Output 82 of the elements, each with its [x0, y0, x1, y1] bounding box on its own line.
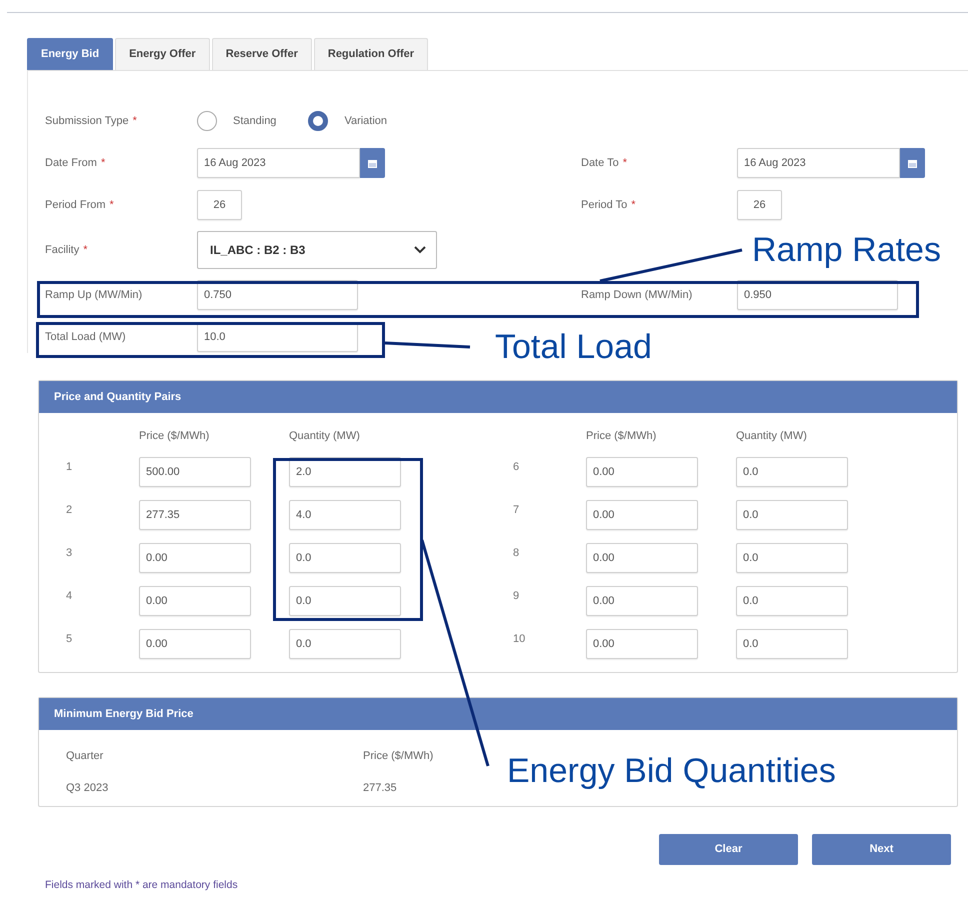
required-mark: * — [622, 156, 627, 171]
field-label: Total Load (MW) — [45, 330, 126, 345]
facility-select[interactable]: IL_ABC : B2 : B3 — [197, 231, 437, 269]
tab[interactable]: Regulation Offer — [314, 38, 428, 70]
panel-header: Price and Quantity Pairs — [39, 381, 957, 413]
quantity-field[interactable]: 0.0 — [289, 543, 401, 573]
required-mark: * — [631, 198, 636, 213]
radio-button[interactable] — [308, 111, 328, 131]
field-label: Date From — [45, 156, 97, 171]
tab[interactable]: Energy Offer — [115, 38, 210, 70]
quantity-field[interactable]: 0.0 — [736, 457, 848, 487]
price-field[interactable]: 277.35 — [139, 500, 251, 530]
table-cell-text: Q3 2023 — [66, 780, 108, 796]
action-button[interactable]: Clear — [659, 834, 798, 865]
quantity-field[interactable]: 0.0 — [736, 586, 848, 616]
calendar-button[interactable] — [900, 148, 925, 178]
price-field[interactable]: 0.00 — [586, 586, 698, 616]
field-label: Ramp Down (MW/Min) — [581, 288, 692, 303]
tab[interactable]: Energy Bid — [27, 38, 114, 70]
period-field[interactable]: 26 — [737, 190, 782, 220]
field-label: Date To — [581, 156, 619, 171]
panel-header: Minimum Energy Bid Price — [39, 698, 957, 730]
quantity-field[interactable]: 0.0 — [289, 629, 401, 659]
row-number: 3 — [66, 546, 74, 561]
price-field[interactable]: 500.00 — [139, 457, 251, 487]
column-header: Quantity (MW) — [289, 429, 361, 444]
radio-button[interactable] — [197, 111, 217, 131]
row-number: 8 — [513, 546, 520, 561]
column-header: Price ($/MWh) — [586, 429, 658, 444]
quantity-field[interactable]: 4.0 — [289, 500, 401, 530]
required-mark: * — [83, 242, 88, 258]
quantity-field[interactable]: 0.0 — [736, 543, 848, 573]
radio-label: Variation — [344, 114, 388, 129]
action-button[interactable]: Next — [812, 834, 951, 865]
price-field[interactable]: 0.00 — [586, 457, 698, 487]
table-cell-text: 277.35 — [363, 780, 397, 796]
calendar-icon — [907, 158, 918, 168]
quantity-field[interactable]: 0.0 — [736, 500, 848, 530]
calendar-icon — [367, 158, 378, 168]
field-label: Period From — [45, 198, 106, 213]
radio-label: Standing — [233, 114, 276, 129]
date-field[interactable]: 16 Aug 2023 — [197, 148, 360, 178]
price-field[interactable]: 0.00 — [586, 500, 698, 530]
row-number: 6 — [513, 460, 520, 475]
text-field[interactable]: 0.750 — [197, 280, 358, 310]
text-field[interactable]: 10.0 — [197, 322, 358, 352]
column-header: Price ($/MWh) — [139, 429, 210, 444]
row-number: 5 — [66, 632, 74, 647]
annotation-label: Total Load — [495, 330, 652, 364]
row-number: 2 — [66, 503, 74, 518]
column-header: Quantity (MW) — [736, 429, 808, 444]
row-number: 4 — [66, 589, 74, 604]
price-field[interactable]: 0.00 — [139, 586, 251, 616]
quantity-field[interactable]: 0.0 — [289, 586, 401, 616]
row-number: 10 — [513, 632, 526, 647]
required-mark: * — [110, 198, 114, 213]
calendar-button[interactable] — [360, 148, 385, 178]
column-header: Price ($/MWh) — [363, 748, 434, 764]
chevron-down-icon — [414, 246, 426, 254]
period-field[interactable]: 26 — [197, 190, 242, 220]
price-field[interactable]: 0.00 — [586, 629, 698, 659]
quantity-field[interactable]: 2.0 — [289, 457, 401, 487]
quantity-field[interactable]: 0.0 — [736, 629, 848, 659]
field-label: Submission Type — [45, 114, 129, 129]
text-field[interactable]: 0.950 — [737, 280, 898, 310]
row-number: 1 — [66, 460, 74, 475]
required-mark: * — [132, 114, 137, 129]
row-number: 7 — [513, 503, 520, 518]
field-label: Ramp Up (MW/Min) — [45, 288, 142, 303]
tab[interactable]: Reserve Offer — [212, 38, 312, 70]
footnote: Fields marked with * are mandatory fields — [45, 878, 239, 893]
field-label: Facility — [45, 242, 80, 258]
date-field[interactable]: 16 Aug 2023 — [737, 148, 900, 178]
price-field[interactable]: 0.00 — [139, 629, 251, 659]
row-number: 9 — [513, 589, 520, 604]
annotation-label: Ramp Rates — [752, 233, 941, 267]
column-header: Quarter — [66, 748, 104, 764]
required-mark: * — [100, 156, 106, 171]
annotation-label: Energy Bid Quantities — [507, 754, 836, 788]
price-field[interactable]: 0.00 — [139, 543, 251, 573]
field-label: Period To — [581, 198, 628, 213]
price-field[interactable]: 0.00 — [586, 543, 698, 573]
